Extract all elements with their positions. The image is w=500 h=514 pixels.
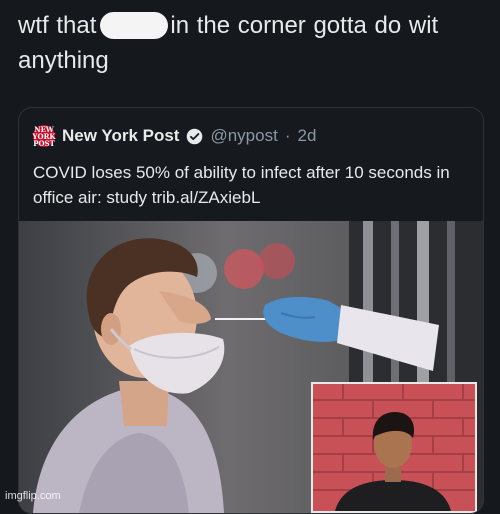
quoted-tweet-card[interactable]: NEW YORK POST New York Post @nypost · 2d… <box>18 107 484 514</box>
redacted-word-blur <box>100 12 169 39</box>
logo-text: NEW YORK POST <box>32 124 56 148</box>
quoted-tweet-text: COVID loses 50% of ability to infect aft… <box>33 163 450 207</box>
reply-text-start: wtf that <box>18 12 97 39</box>
nypost-logo-icon[interactable]: NEW YORK POST <box>32 124 56 148</box>
author-handle[interactable]: @nypost <box>210 126 277 146</box>
separator-dot: · <box>284 126 291 145</box>
tweet-age[interactable]: 2d <box>298 126 317 146</box>
imgflip-watermark: imgflip.com <box>5 490 61 502</box>
author-name[interactable]: New York Post <box>62 126 179 146</box>
tweet-photo[interactable] <box>19 221 483 513</box>
corner-inset-photo <box>311 382 477 513</box>
verified-badge-icon <box>187 128 203 144</box>
quoted-tweet-header: NEW YORK POST New York Post @nypost · 2d <box>33 124 316 148</box>
inset-person-photo <box>313 384 475 511</box>
reply-text: wtf that in the corner gotta do wit anyth… <box>18 8 488 78</box>
